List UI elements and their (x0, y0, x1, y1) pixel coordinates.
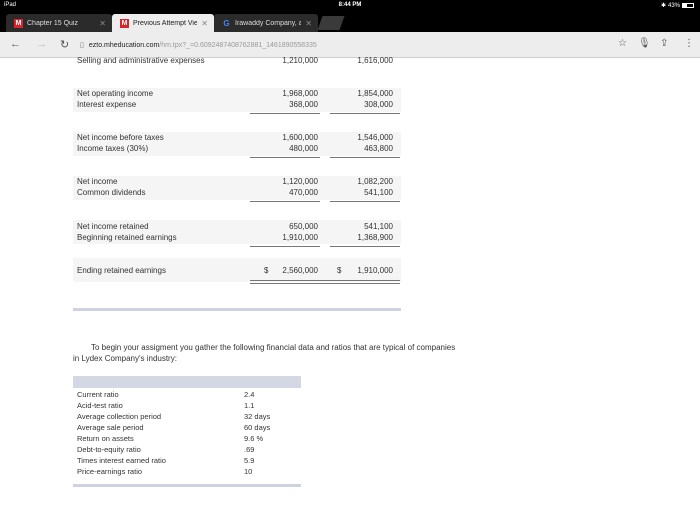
url-domain: ezto.mheducation.com (88, 41, 160, 49)
ratios-bottom-border (73, 484, 301, 487)
statement-value-year2: 1,368,900 (357, 233, 393, 242)
forward-arrow-icon[interactable]: → (36, 38, 47, 50)
underline (330, 113, 400, 114)
currency-symbol: $ (264, 266, 269, 275)
google-g-icon: G (223, 18, 230, 28)
ratio-label: Times interest earned ratio (77, 456, 166, 465)
ratio-label: Current ratio (77, 390, 119, 399)
table-bottom-border (73, 308, 401, 311)
battery-indicator: ✱ 43% (661, 2, 694, 9)
new-tab-button[interactable] (317, 16, 345, 30)
underline (250, 113, 320, 114)
back-arrow-icon[interactable]: ← (10, 38, 21, 50)
statement-row-label: Beginning retained earnings (77, 233, 177, 242)
intro-paragraph: To begin your assigment you gather the f… (73, 342, 523, 364)
statement-value-year1: 1,968,000 (282, 89, 318, 98)
address-bar: ← → ↻ ▯ ezto.mheducation.com /hm.tpx?_=0… (0, 32, 700, 58)
statement-row-label: Net income (77, 177, 118, 186)
ratio-value: 60 days (244, 423, 271, 432)
statement-value-year2: 1,546,000 (357, 133, 393, 142)
statement-value-year1: 1,910,000 (282, 233, 318, 242)
statement-value-year2: 463,800 (364, 144, 393, 153)
ratio-label: Return on assets (77, 434, 134, 443)
ratio-label: Average collection period (77, 412, 162, 421)
page-content: Selling and administrative expenses 1,21… (0, 56, 700, 525)
underline (250, 246, 320, 247)
mcgraw-m-icon: M (120, 18, 129, 28)
bookmark-star-icon[interactable]: ☆ (618, 38, 627, 49)
ratio-value: 32 days (244, 412, 271, 421)
tab-label: Previous Attempt View (133, 19, 198, 27)
tab-previous-attempt[interactable]: M Previous Attempt View ✕ (112, 14, 214, 32)
underline (330, 157, 400, 158)
intro-line-1: To begin your assigment you gather the f… (91, 343, 456, 352)
tab-irawaddy-company[interactable]: G Irawaddy Company, a ✕ (214, 14, 318, 32)
statement-row-label: Net income before taxes (77, 133, 164, 142)
statement-row-label: Net operating income (77, 89, 154, 98)
statement-value-year1: 1,120,000 (282, 177, 318, 186)
statement-row-label: Selling and administrative expenses (77, 56, 205, 65)
ratio-label: Debt-to-equity ratio (77, 445, 141, 454)
statement-row-label: Interest expense (77, 100, 137, 109)
statement-value-year2: 541,100 (364, 222, 393, 231)
statement-row-label: Income taxes (30%) (77, 144, 149, 153)
microphone-icon[interactable]: 🎙 (638, 38, 651, 49)
close-icon[interactable]: ✕ (99, 19, 106, 28)
ratio-label: Acid-test ratio (77, 401, 123, 410)
statement-value-year2: 308,000 (364, 100, 393, 109)
url-path: /hm.tpx?_=0.6092487408762881_14618905583… (159, 41, 317, 49)
browser-tab-strip: M Chapter 15 Quiz ✕ M Previous Attempt V… (0, 11, 700, 32)
tab-chapter-15-quiz[interactable]: M Chapter 15 Quiz ✕ (6, 14, 112, 32)
ratios-header (73, 376, 301, 388)
share-icon[interactable]: ⇪ (660, 38, 668, 49)
menu-dots-icon[interactable]: ⋮ (684, 38, 694, 49)
statement-value-year1: 470,000 (289, 188, 318, 197)
statement-value-year1: 1,210,000 (282, 56, 318, 65)
double-underline (250, 283, 400, 284)
statement-total-year1: 2,560,000 (282, 266, 318, 275)
bluetooth-icon: ✱ (660, 3, 666, 9)
clock: 8:44 PM (338, 2, 362, 8)
statement-value-year1: 480,000 (289, 144, 318, 153)
ratio-value: 5.9 (244, 456, 255, 465)
underline (330, 246, 400, 247)
close-icon[interactable]: ✕ (305, 19, 312, 28)
ratio-value: 2.4 (244, 390, 255, 399)
ratio-label: Average sale period (77, 423, 144, 432)
statement-total-year2: 1,910,000 (357, 266, 393, 275)
statement-value-year1: 1,600,000 (282, 133, 318, 142)
tab-label: Irawaddy Company, a (235, 19, 302, 27)
ios-status-bar: iPad 8:44 PM ✱ 43% (0, 0, 700, 11)
url-field[interactable]: ▯ ezto.mheducation.com /hm.tpx?_=0.60924… (80, 37, 317, 53)
underline (330, 201, 400, 202)
statement-row-label: Common dividends (77, 188, 146, 197)
statement-value-year1: 650,000 (289, 222, 318, 231)
reload-icon[interactable]: ↻ (60, 38, 69, 51)
close-icon[interactable]: ✕ (201, 19, 208, 28)
mcgraw-m-icon: M (14, 18, 23, 28)
ratio-value: .69 (244, 445, 255, 454)
underline (250, 201, 320, 202)
statement-value-year2: 541,100 (364, 188, 393, 197)
ratio-label: Price-earnings ratio (77, 467, 143, 476)
ratio-value: 1.1 (244, 401, 255, 410)
page-icon: ▯ (80, 42, 84, 49)
ratio-value: 10 (244, 467, 253, 476)
underline (250, 157, 320, 158)
ratio-value: 9.6 % (244, 434, 264, 443)
battery-percent: 43% (667, 2, 680, 9)
intro-line-2: in Lydex Company's industry: (73, 354, 177, 363)
statement-total-label: Ending retained earnings (77, 266, 166, 275)
statement-value-year1: 368,000 (289, 100, 318, 109)
tab-label: Chapter 15 Quiz (27, 19, 78, 27)
statement-value-year2: 1,854,000 (357, 89, 393, 98)
statement-value-year2: 1,082,200 (357, 177, 393, 186)
currency-symbol: $ (337, 266, 342, 275)
battery-icon (682, 3, 694, 8)
statement-row-label: Net income retained (77, 222, 149, 231)
double-underline (250, 280, 400, 281)
statement-value-year2: 1,616,000 (357, 56, 393, 65)
